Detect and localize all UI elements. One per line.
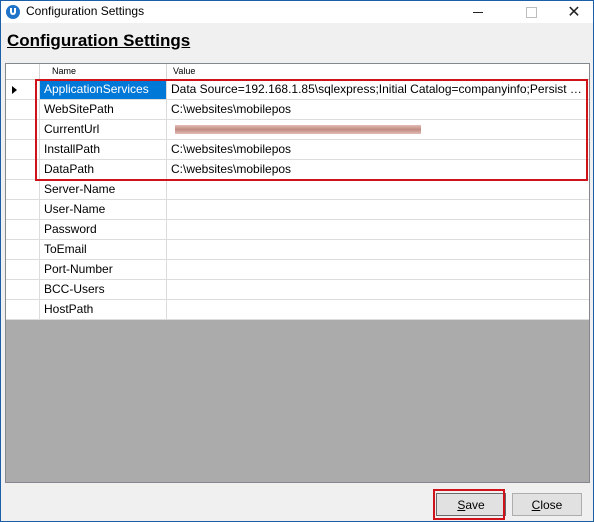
setting-value-cell[interactable]: Data Source=192.168.1.85\sqlexpress;Init… — [167, 80, 589, 99]
setting-name-cell[interactable]: ApplicationServices — [40, 80, 167, 99]
table-row[interactable]: HostPath — [6, 300, 589, 320]
title-bar: Configuration Settings ✕ — [1, 1, 593, 23]
close-icon: ✕ — [567, 4, 581, 21]
setting-name-cell[interactable]: Server-Name — [40, 180, 167, 199]
row-selector[interactable] — [6, 280, 40, 299]
table-row[interactable]: ApplicationServices Data Source=192.168.… — [6, 80, 589, 100]
maximize-icon — [525, 6, 537, 18]
close-label: lose — [540, 497, 563, 512]
close-mnemonic: C — [531, 497, 541, 512]
setting-name-cell[interactable]: User-Name — [40, 200, 167, 219]
setting-value-cell[interactable] — [167, 260, 589, 279]
row-selector[interactable] — [6, 120, 40, 139]
table-row[interactable]: ToEmail — [6, 240, 589, 260]
setting-value-cell[interactable] — [167, 280, 589, 299]
column-header-value[interactable]: Value — [167, 64, 589, 79]
row-selector[interactable] — [6, 200, 40, 219]
setting-name-cell[interactable]: Port-Number — [40, 260, 167, 279]
row-selector[interactable] — [6, 140, 40, 159]
save-mnemonic: S — [457, 497, 466, 512]
row-selector[interactable] — [6, 300, 40, 319]
minimize-button[interactable] — [455, 1, 501, 23]
table-row[interactable]: Port-Number — [6, 260, 589, 280]
setting-name-cell[interactable]: DataPath — [40, 160, 167, 179]
table-row[interactable]: CurrentUrl — [6, 120, 589, 140]
row-selector[interactable] — [6, 100, 40, 119]
setting-name-cell[interactable]: BCC-Users — [40, 280, 167, 299]
setting-value-cell[interactable] — [167, 180, 589, 199]
window-title: Configuration Settings — [26, 4, 145, 18]
setting-value-cell[interactable] — [167, 300, 589, 319]
row-selector[interactable] — [6, 220, 40, 239]
table-row[interactable]: WebSitePath C:\websites\mobilepos — [6, 100, 589, 120]
setting-name-cell[interactable]: HostPath — [40, 300, 167, 319]
row-selector[interactable] — [6, 240, 40, 259]
redacted-value-blur — [175, 125, 421, 134]
table-row[interactable]: InstallPath C:\websites\mobilepos — [6, 140, 589, 160]
setting-name-cell[interactable]: Password — [40, 220, 167, 239]
setting-value-cell[interactable] — [167, 220, 589, 239]
column-header-name[interactable]: Name — [40, 64, 167, 79]
row-selector[interactable] — [6, 260, 40, 279]
app-icon — [6, 5, 20, 19]
grid-header: Name Value — [6, 64, 589, 80]
setting-name-cell[interactable]: CurrentUrl — [40, 120, 167, 139]
setting-name-cell[interactable]: WebSitePath — [40, 100, 167, 119]
row-selector-header[interactable] — [6, 64, 40, 79]
table-row[interactable]: DataPath C:\websites\mobilepos — [6, 160, 589, 180]
setting-value-cell[interactable] — [167, 120, 589, 139]
settings-grid[interactable]: Name Value ApplicationServices Data Sour… — [5, 63, 590, 483]
setting-value-cell[interactable] — [167, 200, 589, 219]
table-row[interactable]: Server-Name — [6, 180, 589, 200]
table-row[interactable]: User-Name — [6, 200, 589, 220]
maximize-button[interactable] — [508, 1, 554, 23]
setting-name-cell[interactable]: ToEmail — [40, 240, 167, 259]
save-label: ave — [465, 497, 485, 512]
row-selector[interactable] — [6, 80, 40, 99]
setting-value-cell[interactable] — [167, 240, 589, 259]
configuration-settings-window: Configuration Settings ✕ Configuration S… — [0, 0, 594, 522]
minimize-icon — [473, 11, 483, 13]
row-selector[interactable] — [6, 160, 40, 179]
table-row[interactable]: Password — [6, 220, 589, 240]
setting-name-cell[interactable]: InstallPath — [40, 140, 167, 159]
row-selector[interactable] — [6, 180, 40, 199]
close-button[interactable]: Close — [512, 493, 582, 516]
setting-value-cell[interactable]: C:\websites\mobilepos — [167, 140, 589, 159]
close-window-button[interactable]: ✕ — [551, 1, 594, 23]
table-row[interactable]: BCC-Users — [6, 280, 589, 300]
setting-value-cell[interactable]: C:\websites\mobilepos — [167, 160, 589, 179]
setting-value-cell[interactable]: C:\websites\mobilepos — [167, 100, 589, 119]
page-heading: Configuration Settings — [7, 31, 191, 50]
current-row-arrow-icon — [12, 86, 17, 94]
save-button[interactable]: Save — [436, 493, 506, 516]
